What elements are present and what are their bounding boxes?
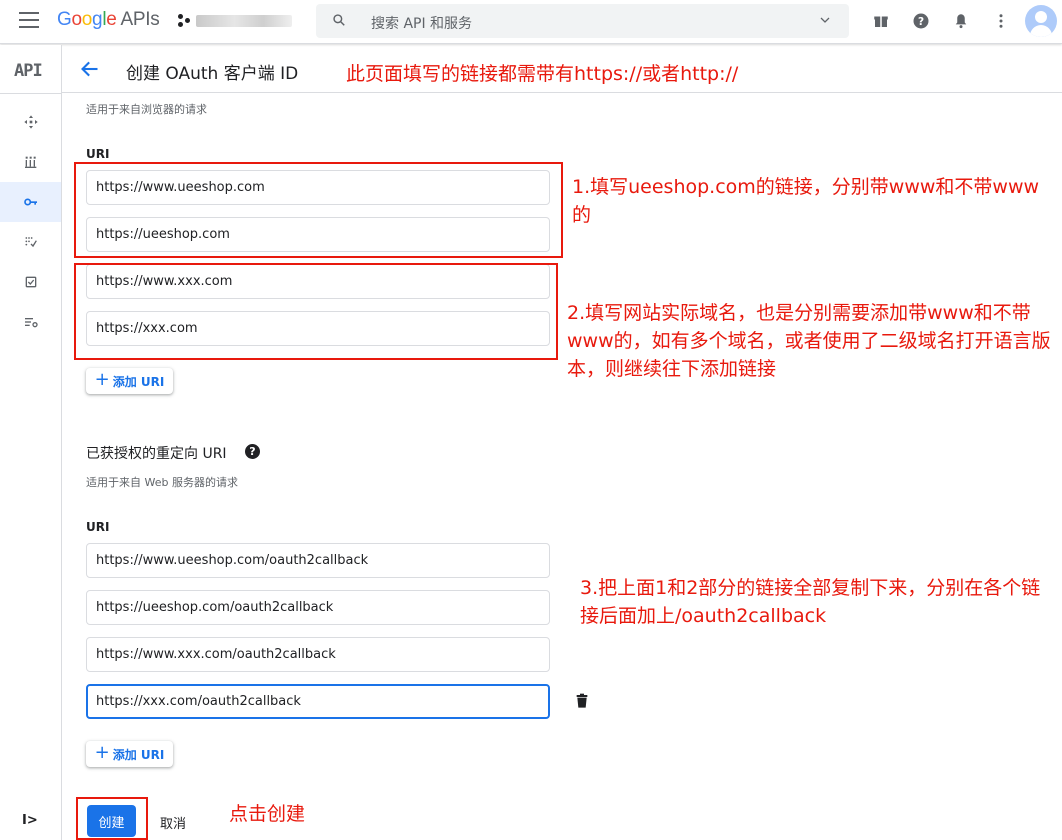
annotation-click-create: 点击创建 (229, 803, 306, 825)
api-sidebar: API I> (0, 45, 62, 840)
search-icon (333, 14, 345, 26)
redirect-uris-title: 已获授权的重定向 URI (86, 446, 227, 462)
gift-icon[interactable] (871, 11, 891, 31)
redirect-uri-label: URI (86, 520, 110, 534)
expand-sidebar-icon[interactable]: I> (22, 813, 38, 828)
cancel-button[interactable]: 取消 (152, 810, 194, 834)
annotation-box-create (76, 797, 148, 840)
sidebar-divider (0, 93, 61, 94)
annotation-top: 此页面填写的链接都需带有https://或者http:// (346, 63, 739, 85)
search-bar[interactable]: 搜索 API 和服务 (316, 4, 849, 38)
checkbox-icon (25, 276, 36, 288)
notifications-bell-icon[interactable] (951, 11, 971, 31)
list-settings-icon (24, 318, 38, 328)
sidebar-item-dashboard[interactable] (0, 102, 61, 142)
redirect-uri-input-1[interactable] (86, 543, 550, 578)
annotation-box-1 (74, 162, 563, 258)
account-avatar[interactable] (1025, 5, 1057, 37)
help-circle-icon[interactable]: ? (911, 11, 931, 31)
annotation-step3: 3.把上面1和2部分的链接全部复制下来，分别在各个链接后面加上/oauth2ca… (580, 577, 1041, 627)
add-js-origin-uri-button[interactable]: + 添加 URI (86, 368, 173, 394)
more-vert-icon[interactable] (991, 11, 1011, 31)
back-arrow-icon[interactable] (80, 59, 100, 79)
sidebar-item-domain-verification[interactable] (0, 262, 61, 302)
annotation-step2: 2.填写网站实际域名，也是分别需要添加带www和不带www的，如有多个域名，或者… (567, 302, 1051, 380)
chevron-down-icon[interactable] (817, 15, 833, 27)
plus-icon: + (94, 742, 110, 763)
js-origins-hint: 适用于来自浏览器的请求 (86, 103, 207, 116)
top-app-bar: Google APIs 搜索 API 和服务 ? (0, 0, 1062, 44)
key-icon (23, 198, 37, 206)
dotted-consent-icon (24, 237, 37, 248)
redirect-uri-input-3[interactable] (86, 637, 550, 672)
hamburger-menu-icon[interactable] (19, 12, 39, 28)
api-section-label: API (14, 61, 43, 81)
library-grid-icon (24, 156, 36, 168)
annotation-step1: 1.填写ueeshop.com的链接，分别带www和不带www的 (572, 176, 1040, 226)
svg-text:?: ? (918, 16, 924, 28)
add-redirect-uri-button[interactable]: + 添加 URI (86, 741, 173, 767)
help-icon[interactable]: ? (245, 444, 260, 459)
annotation-box-2 (74, 263, 558, 360)
sidebar-item-library[interactable] (0, 142, 61, 182)
redirect-uris-hint: 适用于来自 Web 服务器的请求 (86, 476, 238, 489)
delete-trash-icon[interactable] (574, 692, 590, 710)
search-placeholder: 搜索 API 和服务 (371, 16, 473, 32)
redirect-uri-input-4[interactable] (86, 684, 550, 719)
project-name-redacted (196, 15, 292, 27)
js-origins-uri-label: URI (86, 147, 110, 161)
project-dots-icon (178, 14, 192, 28)
sidebar-item-consent[interactable] (0, 222, 61, 262)
sidebar-item-page-settings[interactable] (0, 302, 61, 342)
google-apis-logo[interactable]: Google APIs (57, 9, 160, 31)
sidebar-item-credentials[interactable] (0, 182, 61, 222)
project-selector[interactable] (178, 12, 293, 30)
plus-icon: + (94, 369, 110, 390)
redirect-uri-input-2[interactable] (86, 590, 550, 625)
page-title: 创建 OAuth 客户端 ID (126, 64, 299, 84)
move-arrows-icon (23, 115, 38, 129)
